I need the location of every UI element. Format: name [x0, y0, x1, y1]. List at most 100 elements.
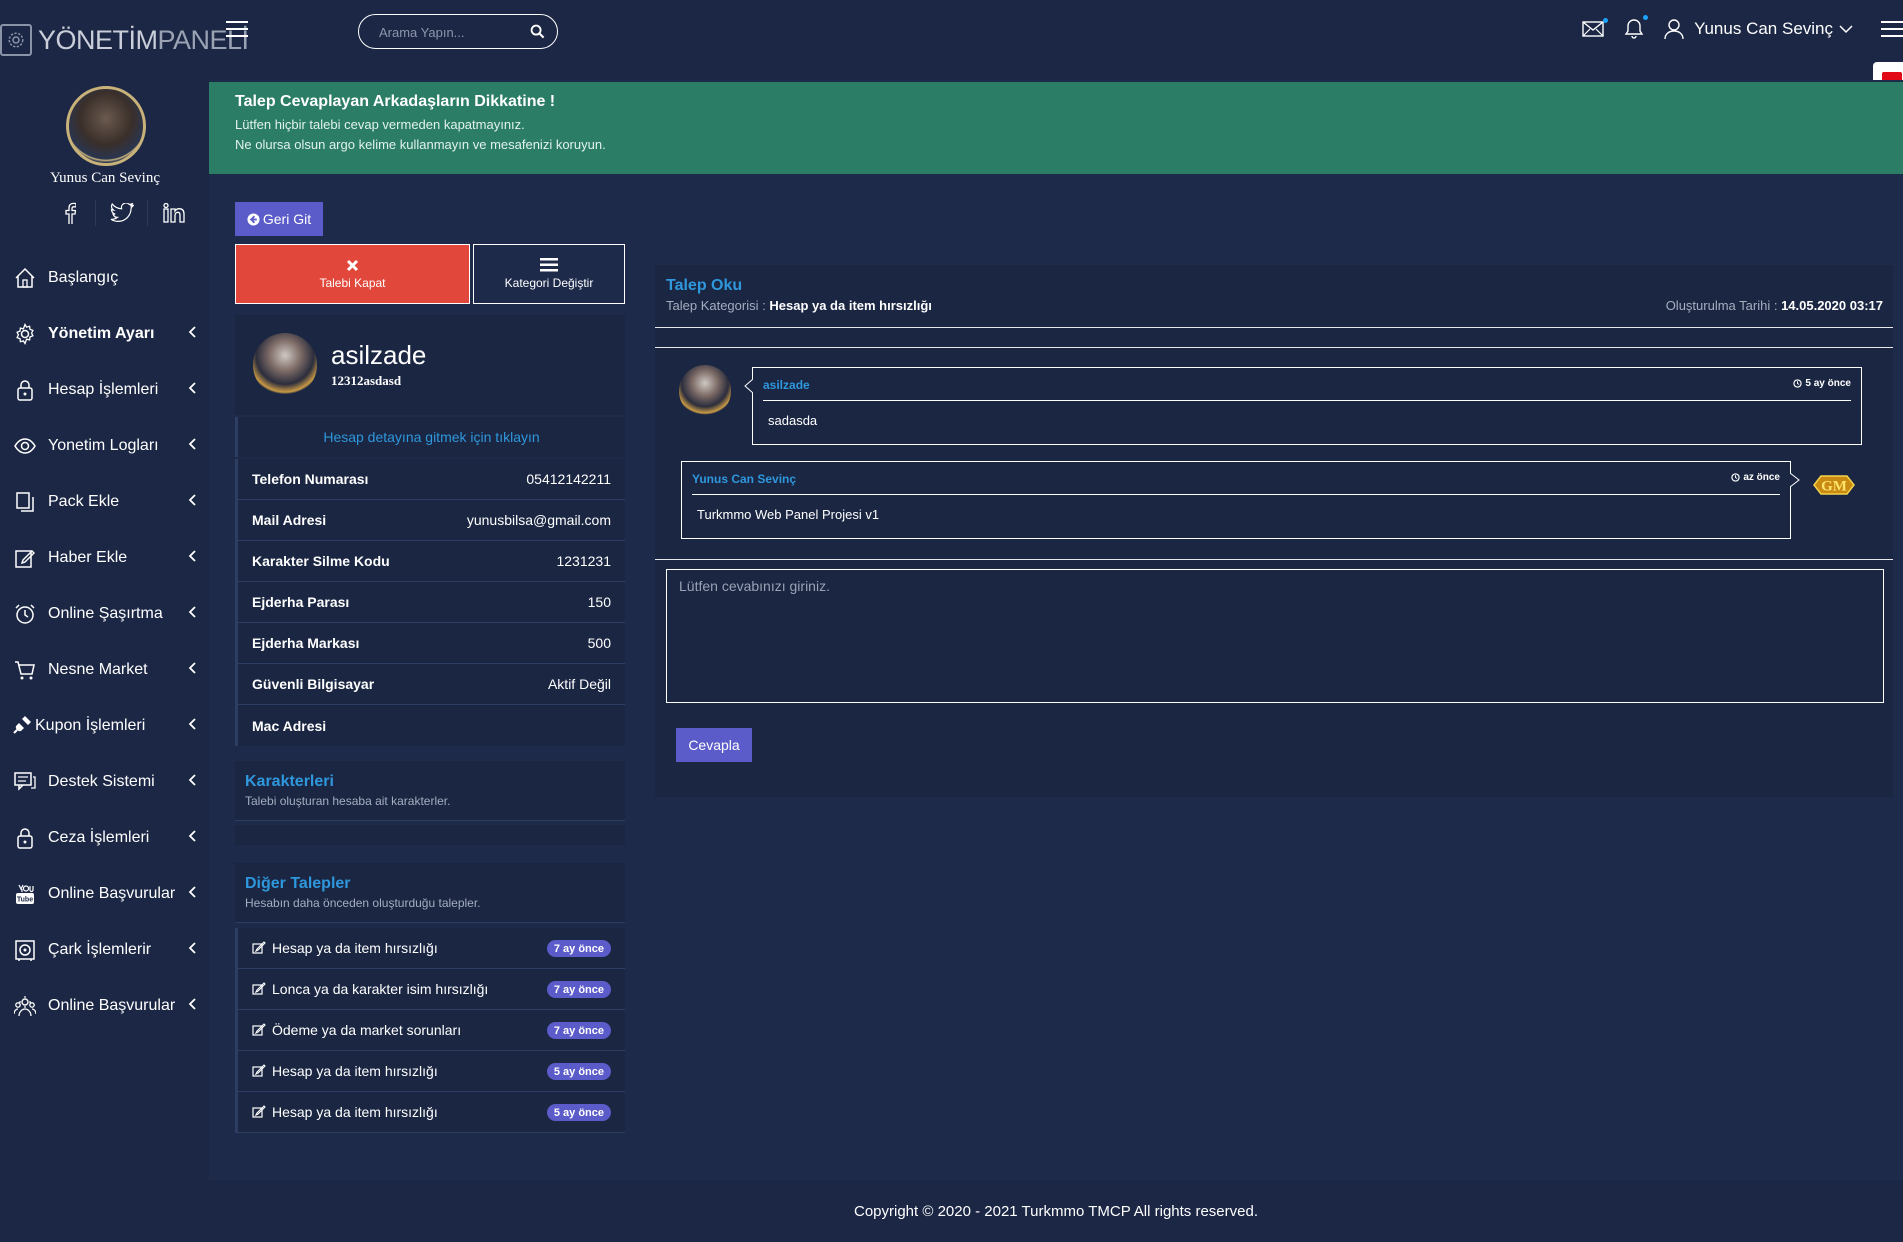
sidebar-item-online-basvurular[interactable]: Tube Online Başvurular [0, 866, 210, 922]
bubble-arrow [744, 379, 753, 393]
facebook-icon[interactable] [44, 200, 96, 226]
right-menu-icon[interactable] [1881, 20, 1903, 38]
plug-icon [12, 715, 32, 735]
info-row-secure-pc: Güvenli Bilgisayar Aktif Değil [235, 664, 625, 705]
svg-text:GM: GM [1821, 479, 1847, 495]
list-item[interactable]: Lonca ya da karakter isim hırsızlığı 7 a… [235, 969, 625, 1010]
chevron-left-icon [188, 662, 196, 674]
sidebar-item-kupon-islemleri[interactable]: Kupon İşlemleri [0, 698, 210, 754]
ticket-icon [252, 982, 266, 996]
sidebar-item-pack-ekle[interactable]: Pack Ekle [0, 474, 210, 530]
sidebar-item-nesne-market[interactable]: Nesne Market [0, 642, 210, 698]
ticket-date-value: 14.05.2020 03:17 [1781, 298, 1883, 313]
info-value: 150 [587, 594, 611, 610]
sidebar-item-yonetim-loglari[interactable]: Yonetim Logları [0, 418, 210, 474]
divider [655, 327, 1893, 328]
hamburger-menu-icon[interactable] [226, 20, 248, 38]
search-input[interactable] [379, 23, 529, 41]
chevron-down-icon[interactable] [1839, 24, 1853, 34]
sidebar-item-label: Kupon İşlemleri [35, 717, 146, 734]
info-key: Telefon Numarası [252, 471, 369, 487]
list-icon [540, 258, 558, 272]
footer: Copyright © 2020 - 2021 Turkmmo TMCP All… [209, 1180, 1903, 1242]
sidebar-item-hesap-islemleri[interactable]: Hesap İşlemleri [0, 362, 210, 418]
account-name: asilzade [331, 340, 427, 370]
sidebar-item-label: Ceza İşlemleri [48, 829, 150, 846]
list-item[interactable]: Hesap ya da item hırsızlığı 5 ay önce [235, 1092, 625, 1133]
linkedin-icon[interactable] [148, 200, 200, 226]
copy-icon [14, 491, 36, 513]
ticket-category-value: Hesap ya da item hırsızlığı [769, 298, 932, 313]
list-item[interactable]: Ödeme ya da market sorunları 7 ay önce [235, 1010, 625, 1051]
ticket-icon [252, 1023, 266, 1037]
avatar[interactable] [66, 86, 146, 166]
bell-icon[interactable] [1624, 15, 1649, 40]
info-key: Karakter Silme Kodu [252, 553, 390, 569]
info-row-dragon-mark: Ejderha Markası 500 [235, 623, 625, 664]
eye-icon [14, 435, 36, 457]
sidebar-nav: Başlangıç Yönetim Ayarı Hesap İşlemleri … [0, 250, 210, 1034]
cart-icon [14, 659, 36, 681]
gear-icon [14, 323, 36, 345]
chevron-left-icon [188, 326, 196, 338]
close-ticket-button[interactable]: Talebi Kapat [235, 244, 470, 304]
chevron-left-icon [188, 550, 196, 562]
clock-icon [1731, 473, 1740, 482]
sidebar-item-online-sasirtma[interactable]: Online Şaşırtma [0, 586, 210, 642]
sidebar-item-haber-ekle[interactable]: Haber Ekle [0, 530, 210, 586]
sidebar-item-yonetim-ayari[interactable]: Yönetim Ayarı [0, 306, 210, 362]
user-icon[interactable] [1664, 18, 1684, 40]
info-key: Mail Adresi [252, 512, 327, 528]
alert-line-2: Ne olursa olsun argo kelime kullanmayın … [235, 137, 606, 152]
sidebar-item-label: Online Başvurular [48, 997, 176, 1014]
message-time: 5 ay önce [1793, 378, 1851, 389]
info-value: 05412142211 [526, 471, 611, 487]
time-badge: 5 ay önce [546, 1104, 611, 1121]
list-item[interactable]: Hesap ya da item hırsızlığı 7 ay önce [235, 928, 625, 969]
sidebar-item-online-basvurular-2[interactable]: Online Başvurular [0, 978, 210, 1034]
info-value: yunusbilsa@gmail.com [466, 512, 611, 528]
logo[interactable]: YÖNETİMPANELİ [0, 22, 249, 58]
search-icon[interactable] [530, 24, 545, 39]
clock-icon [1793, 379, 1803, 388]
alarm-icon [14, 603, 36, 625]
account-subtitle: 12312asdasd [331, 373, 402, 388]
sidebar-item-ceza-islemleri[interactable]: Ceza İşlemleri [0, 810, 210, 866]
chevron-left-icon [188, 606, 196, 618]
chevron-left-icon [188, 998, 196, 1010]
message-text: sadasda [768, 413, 818, 428]
sidebar-item-destek-sistemi[interactable]: Destek Sistemi [0, 754, 210, 810]
sidebar-item-cark-islemleri[interactable]: Çark İşlemlerir [0, 922, 210, 978]
back-button[interactable]: Geri Git [235, 202, 323, 236]
ticket-label: Hesap ya da item hırsızlığı [272, 1063, 438, 1079]
chevron-left-icon [188, 886, 196, 898]
sidebar-item-baslangic[interactable]: Başlangıç [0, 250, 210, 306]
other-tickets-title: Diğer Talepler [245, 875, 351, 892]
sidebar-item-label: Yönetim Ayarı [48, 325, 155, 342]
ticket-created-date: Oluşturulma Tarihi : 14.05.2020 03:17 [1665, 298, 1883, 313]
info-key: Mac Adresi [252, 717, 327, 734]
reply-textarea[interactable] [666, 569, 1884, 703]
change-category-label: Kategori Değiştir [504, 276, 594, 290]
sidebar-item-label: Online Şaşırtma [48, 605, 163, 622]
message-avatar [679, 365, 731, 417]
chevron-left-icon [188, 830, 196, 842]
chevron-left-icon [188, 942, 196, 954]
info-row-dragon-money: Ejderha Parası 150 [235, 582, 625, 623]
time-badge: 7 ay önce [546, 981, 611, 998]
sidebar-item-label: Başlangıç [48, 269, 119, 286]
change-category-button[interactable]: Kategori Değiştir [473, 244, 625, 304]
mail-icon[interactable] [1582, 18, 1609, 37]
reply-button[interactable]: Cevapla [676, 728, 752, 762]
list-item[interactable]: Hesap ya da item hırsızlığı 5 ay önce [235, 1051, 625, 1092]
ticket-panel: Talep Oku Talep Kategorisi : Hesap ya da… [655, 265, 1893, 797]
header-user-name[interactable]: Yunus Can Sevinç [1694, 19, 1833, 39]
twitter-icon[interactable] [96, 200, 148, 226]
sidebar-item-label: Yonetim Logları [48, 437, 159, 454]
account-detail-link[interactable]: Hesap detayına gitmek için tıklayın [235, 417, 625, 457]
other-tickets-card-header: Diğer Talepler Hesabın daha önceden oluş… [235, 863, 625, 923]
sidebar-item-label: Pack Ekle [48, 493, 120, 510]
info-key: Ejderha Parası [252, 594, 350, 610]
divider [655, 559, 1893, 560]
chevron-left-icon [188, 382, 196, 394]
